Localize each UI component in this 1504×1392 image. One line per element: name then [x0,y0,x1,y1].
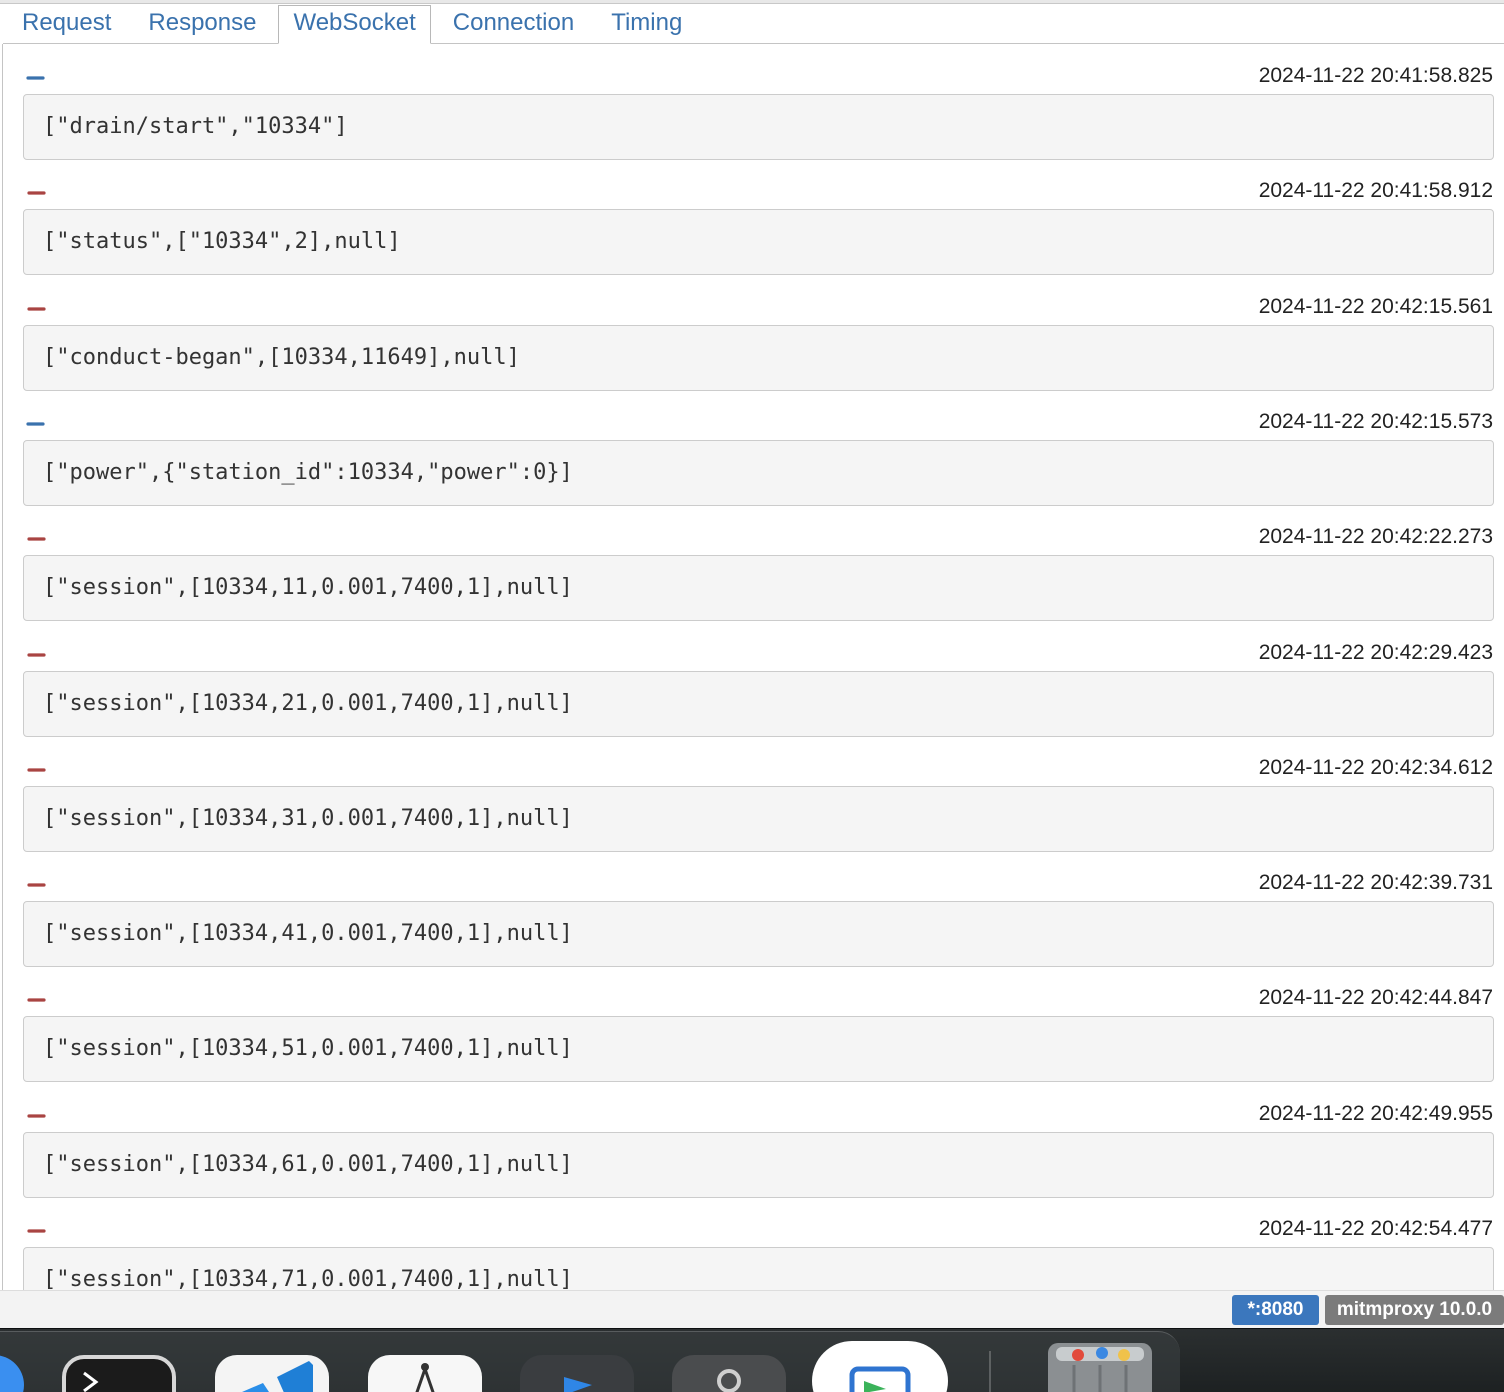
macos-dock [0,1328,1504,1392]
websocket-message-list[interactable]: 2024-11-22 20:41:58.825 ["drain/start","1… [0,44,1504,1290]
message-content[interactable]: ["session",[10334,21,0.001,7400,1],null] [23,670,1494,737]
websocket-message[interactable]: 2024-11-22 20:42:49.955 ["session",[10334… [0,1090,1504,1205]
terminal-prompt-icon [83,1371,99,1392]
arrow-left-icon [27,191,46,195]
arrow-left-icon [27,998,46,1002]
message-timestamp: 2024-11-22 20:41:58.825 [1258,64,1493,87]
tab-websocket[interactable]: WebSocket [278,5,431,44]
message-content[interactable]: ["session",[10334,31,0.001,7400,1],null] [23,785,1494,852]
message-timestamp: 2024-11-22 20:42:49.955 [1258,1101,1493,1125]
instruments-icon[interactable] [368,1355,482,1392]
mitmproxy-window: Request Response WebSocket Connection Ti… [0,0,1504,1392]
message-content[interactable]: ["session",[10334,11,0.001,7400,1],null] [23,555,1494,622]
message-timestamp: 2024-11-22 20:42:15.573 [1258,409,1493,433]
arrow-right-icon [26,76,45,80]
keychain-icon[interactable] [672,1355,786,1392]
tab-request[interactable]: Request [7,5,126,43]
message-content[interactable]: ["session",[10334,41,0.001,7400,1],null] [23,901,1494,968]
tab-response[interactable]: Response [133,5,271,43]
message-timestamp: 2024-11-22 20:42:34.612 [1258,755,1493,779]
websocket-message[interactable]: 2024-11-22 20:42:44.847 ["session",[10334… [0,974,1504,1089]
messages-app-icon[interactable] [812,1341,948,1392]
arrow-left-icon [27,306,46,311]
trash-icon[interactable] [1048,1343,1152,1392]
websocket-message[interactable]: 2024-11-22 20:42:34.612 ["session",[10334… [0,744,1504,859]
message-timestamp: 2024-11-22 20:42:29.423 [1258,640,1493,664]
message-timestamp: 2024-11-22 20:42:22.273 [1258,525,1493,549]
arrow-right-icon [26,422,45,426]
message-content[interactable]: ["status",["10334",2],null] [23,209,1494,276]
play-icon [564,1377,592,1392]
message-content[interactable]: ["session",[10334,71,0.001,7400,1],null] [23,1247,1494,1290]
websocket-message[interactable]: 2024-11-22 20:42:22.273 ["session",[10334… [0,513,1504,628]
message-content[interactable]: ["drain/start","10334"] [23,94,1494,160]
window-icon [849,1366,911,1392]
key-icon [717,1369,741,1392]
listen-port-badge: *:8080 [1232,1295,1319,1325]
arrow-left-icon [27,1229,46,1233]
arrow-left-icon [27,652,46,657]
message-content[interactable]: ["power",{"station_id":10334,"power":0}] [23,439,1494,506]
tab-timing[interactable]: Timing [596,5,697,43]
websocket-message[interactable]: 2024-11-22 20:42:15.561 ["conduct-began",… [0,283,1504,398]
flow-detail-tabs: Request Response WebSocket Connection Ti… [3,4,1504,44]
vscode-logo-icon [242,1361,313,1392]
websocket-message[interactable]: 2024-11-22 20:42:15.573 ["power",{"statio… [0,398,1504,513]
websocket-message[interactable]: 2024-11-22 20:42:29.423 ["session",[10334… [0,629,1504,744]
message-timestamp: 2024-11-22 20:42:39.731 [1258,871,1493,895]
version-badge: mitmproxy 10.0.0 [1325,1295,1504,1325]
tab-connection[interactable]: Connection [438,5,589,43]
message-timestamp: 2024-11-22 20:42:54.477 [1258,1217,1493,1240]
websocket-message[interactable]: 2024-11-22 20:42:54.477 ["session",[10334… [0,1205,1504,1290]
arrow-left-icon [27,883,46,887]
message-timestamp: 2024-11-22 20:42:44.847 [1258,986,1493,1010]
trash-contents-icon [1056,1347,1144,1392]
message-content[interactable]: ["session",[10334,61,0.001,7400,1],null] [23,1131,1494,1198]
dock-separator [989,1351,991,1392]
terminal-icon[interactable] [62,1355,176,1392]
arrow-left-icon [27,768,46,772]
websocket-message[interactable]: 2024-11-22 20:41:58.912 ["status",["10334… [0,167,1504,282]
quicktime-icon[interactable] [520,1355,634,1392]
arrow-left-icon [27,537,46,541]
websocket-message[interactable]: 2024-11-22 20:42:39.731 ["session",[10334… [0,859,1504,974]
message-content[interactable]: ["conduct-began",[10334,11649],null] [23,324,1494,391]
status-bar: *:8080 mitmproxy 10.0.0 [0,1290,1504,1328]
vscode-icon[interactable] [215,1355,329,1392]
message-content[interactable]: ["session",[10334,51,0.001,7400,1],null] [23,1016,1494,1083]
arrow-left-icon [27,1114,46,1118]
websocket-message[interactable]: 2024-11-22 20:41:58.825 ["drain/start","1… [0,52,1504,167]
message-timestamp: 2024-11-22 20:42:15.561 [1258,294,1493,318]
compass-icon [415,1363,435,1392]
message-timestamp: 2024-11-22 20:41:58.912 [1258,179,1493,203]
